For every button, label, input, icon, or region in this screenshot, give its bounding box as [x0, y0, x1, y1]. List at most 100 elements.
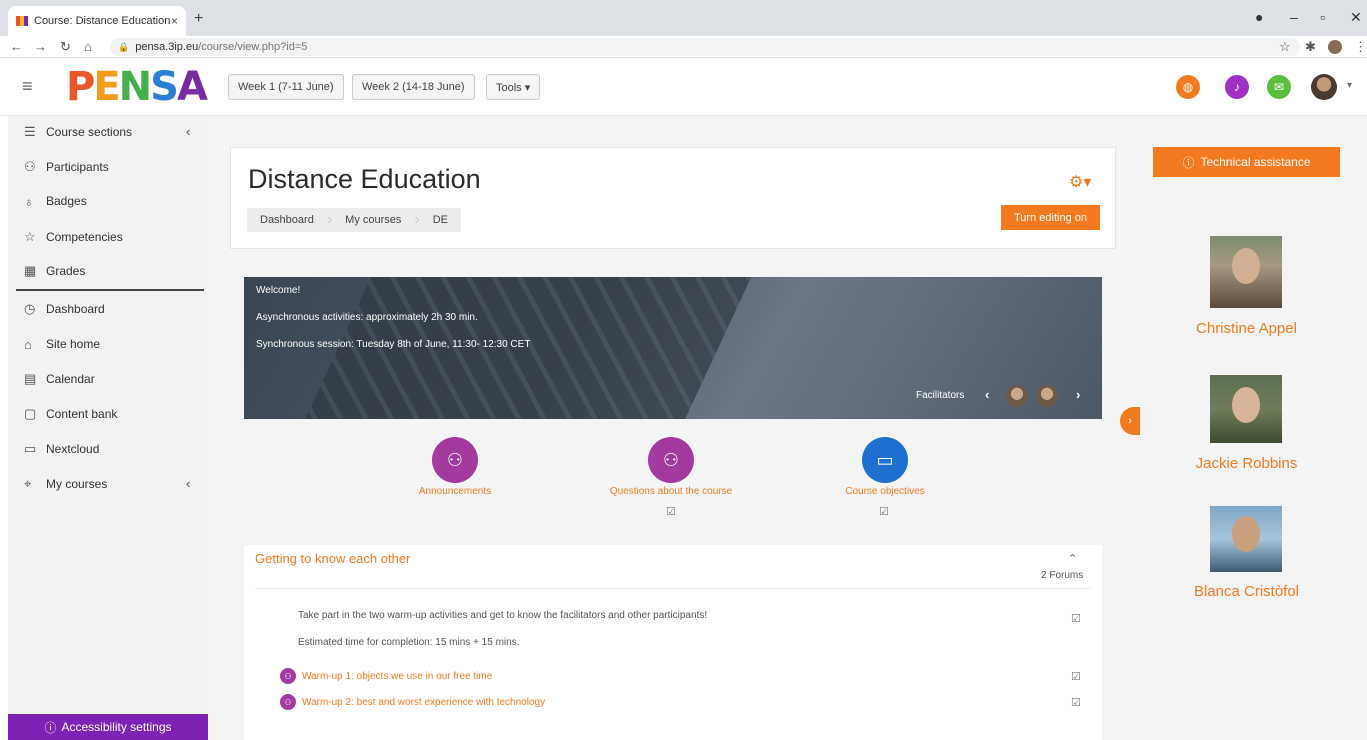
- tools-dropdown[interactable]: Tools ▾: [486, 74, 541, 100]
- facilitator-photo: [1210, 236, 1282, 308]
- drawer-item-course-sections[interactable]: ☰ Course sections: [24, 122, 132, 142]
- home-icon: ⌂: [24, 336, 32, 352]
- drawer-item-participants[interactable]: ⚇ Participants: [24, 157, 109, 177]
- facilitators-next-icon[interactable]: ›: [1076, 387, 1080, 402]
- completion-checkbox-icon[interactable]: ☑: [1071, 670, 1081, 683]
- forum-icon: ⚇: [280, 668, 296, 684]
- browser-tab[interactable]: Course: Distance Education ×: [8, 6, 186, 36]
- section-forum-count: 2 Forums: [1041, 570, 1084, 581]
- content-bank-icon: ▢: [24, 406, 37, 421]
- announcements-icon[interactable]: ⚇: [432, 437, 478, 483]
- messages-icon[interactable]: ✉: [1267, 75, 1291, 99]
- lock-icon: 🔒: [118, 41, 130, 52]
- star-icon: ☆: [24, 229, 36, 244]
- course-objectives-link[interactable]: Course objectives: [825, 486, 945, 497]
- page-title: Distance Education: [248, 164, 481, 194]
- facilitator-photo: [1210, 375, 1282, 443]
- turn-editing-on-button[interactable]: Turn editing on: [1001, 205, 1100, 230]
- section-collapse-icon[interactable]: ⌃: [1068, 552, 1077, 565]
- drawer-divider: [16, 289, 204, 291]
- facilitator-name[interactable]: Jackie Robbins: [1153, 455, 1340, 472]
- technical-assistance-button[interactable]: ⓘ Technical assistance: [1153, 147, 1340, 177]
- forum-icon: ⚇: [280, 694, 296, 710]
- week1-button[interactable]: Week 1 (7-11 June): [228, 74, 344, 100]
- activity-warmup-2[interactable]: ⚇ Warm-up 2: best and worst experience wi…: [280, 694, 545, 710]
- page-header: [230, 147, 1116, 249]
- section-description: Take part in the two warm-up activities …: [298, 610, 708, 621]
- facilitator-avatar[interactable]: [1036, 385, 1058, 407]
- badge-icon: ♁: [24, 193, 34, 209]
- completion-checkbox-icon[interactable]: ☑: [1071, 612, 1081, 625]
- questions-link[interactable]: Questions about the course: [586, 486, 756, 497]
- extensions-icon[interactable]: ✱: [1305, 39, 1316, 55]
- calendar-icon: ▤: [24, 371, 37, 386]
- settings-gear-icon[interactable]: ⚙▾: [1069, 172, 1091, 192]
- section-divider: [255, 588, 1091, 589]
- address-bar: ← → ↻ ⌂ 🔒 pensa.3ip.eu/course/view.php?i…: [0, 36, 1367, 58]
- list-icon: ☰: [24, 124, 36, 139]
- home-browser-icon[interactable]: ⌂: [84, 39, 92, 54]
- browser-avatar-icon[interactable]: [1328, 40, 1342, 54]
- grades-icon: ▦: [24, 263, 37, 278]
- activity-warmup-1[interactable]: ⚇ Warm-up 1: objects we use in our free t…: [280, 668, 492, 684]
- language-globe-icon[interactable]: ◍: [1176, 75, 1200, 99]
- browser-tab-bar: Course: Distance Education × + ● – ▫ ✕: [0, 0, 1367, 36]
- url-field[interactable]: 🔒 pensa.3ip.eu/course/view.php?id=5: [110, 38, 1300, 56]
- drawer-item-calendar[interactable]: ▤ Calendar: [24, 369, 95, 389]
- collapse-chevron-icon[interactable]: ‹: [186, 124, 190, 139]
- breadcrumb-my-courses[interactable]: My courses: [332, 214, 414, 226]
- expand-chevron-icon[interactable]: ‹: [186, 476, 190, 491]
- back-icon[interactable]: ←: [10, 39, 23, 54]
- forward-icon[interactable]: →: [34, 39, 47, 54]
- tab-close-icon[interactable]: ×: [171, 14, 178, 28]
- facilitator-name[interactable]: Blanca Cristòfol: [1153, 583, 1340, 600]
- breadcrumb-de[interactable]: DE: [420, 214, 461, 226]
- banner-sync: Synchronous session: Tuesday 8th of June…: [256, 339, 531, 350]
- banner-welcome: Welcome!: [256, 285, 301, 296]
- completion-checkbox-icon[interactable]: ☑: [1071, 696, 1081, 709]
- window-close-icon[interactable]: ✕: [1350, 9, 1362, 26]
- tab-title: Course: Distance Education: [34, 15, 171, 27]
- new-tab-button[interactable]: +: [194, 10, 203, 28]
- facilitator-name[interactable]: Christine Appel: [1153, 320, 1340, 337]
- drawer-item-nextcloud[interactable]: ▭ Nextcloud: [24, 439, 99, 459]
- facilitators-prev-icon[interactable]: ‹: [985, 387, 989, 402]
- course-objectives-icon[interactable]: ▭: [862, 437, 908, 483]
- site-navbar: ≡ PENSA Week 1 (7-11 June) Week 2 (14-18…: [0, 58, 1367, 116]
- completion-checkbox-icon[interactable]: ☑: [666, 505, 676, 518]
- accessibility-settings-button[interactable]: ⓘ Accessibility settings: [8, 714, 208, 740]
- facilitator-avatar[interactable]: [1006, 385, 1028, 407]
- site-logo[interactable]: PENSA: [66, 66, 216, 108]
- url-host: pensa.3ip.eu: [135, 41, 199, 53]
- drawer-item-site-home[interactable]: ⌂ Site home: [24, 334, 100, 354]
- drawer-item-my-courses[interactable]: ⌖ My courses: [24, 474, 107, 494]
- week2-button[interactable]: Week 2 (14-18 June): [352, 74, 475, 100]
- bookmark-star-icon[interactable]: ☆: [1279, 39, 1291, 55]
- drawer-toggle-icon[interactable]: ›: [1120, 407, 1140, 435]
- url-path: /course/view.php?id=5: [198, 41, 308, 53]
- users-icon: ⚇: [24, 159, 36, 174]
- profile-icon[interactable]: ●: [1255, 9, 1263, 25]
- section-title[interactable]: Getting to know each other: [255, 551, 410, 566]
- favicon-icon: [16, 16, 28, 26]
- user-menu-caret-icon[interactable]: ▾: [1347, 80, 1352, 91]
- section-estimate: Estimated time for completion: 15 mins +…: [298, 637, 520, 648]
- completion-checkbox-icon[interactable]: ☑: [879, 505, 889, 518]
- restore-icon[interactable]: ▫: [1320, 9, 1325, 25]
- breadcrumb: Dashboard › My courses › DE: [247, 208, 462, 232]
- user-avatar[interactable]: [1311, 74, 1337, 100]
- drawer-item-grades[interactable]: ▦ Grades: [24, 261, 85, 281]
- reload-icon[interactable]: ↻: [60, 39, 71, 55]
- drawer-item-content-bank[interactable]: ▢ Content bank: [24, 404, 117, 424]
- drawer-item-badges[interactable]: ♁ Badges: [24, 191, 87, 211]
- drawer-item-competencies[interactable]: ☆ Competencies: [24, 227, 123, 247]
- info-icon: ⓘ: [44, 720, 57, 735]
- menu-dots-icon[interactable]: ⋮: [1354, 39, 1367, 55]
- breadcrumb-dashboard[interactable]: Dashboard: [247, 214, 327, 226]
- notifications-bell-icon[interactable]: ♪: [1225, 75, 1249, 99]
- minimize-icon[interactable]: –: [1290, 9, 1298, 25]
- announcements-link[interactable]: Announcements: [395, 486, 515, 497]
- drawer-item-dashboard[interactable]: ◷ Dashboard: [24, 299, 105, 319]
- hamburger-menu-icon[interactable]: ≡: [22, 76, 33, 97]
- questions-forum-icon[interactable]: ⚇: [648, 437, 694, 483]
